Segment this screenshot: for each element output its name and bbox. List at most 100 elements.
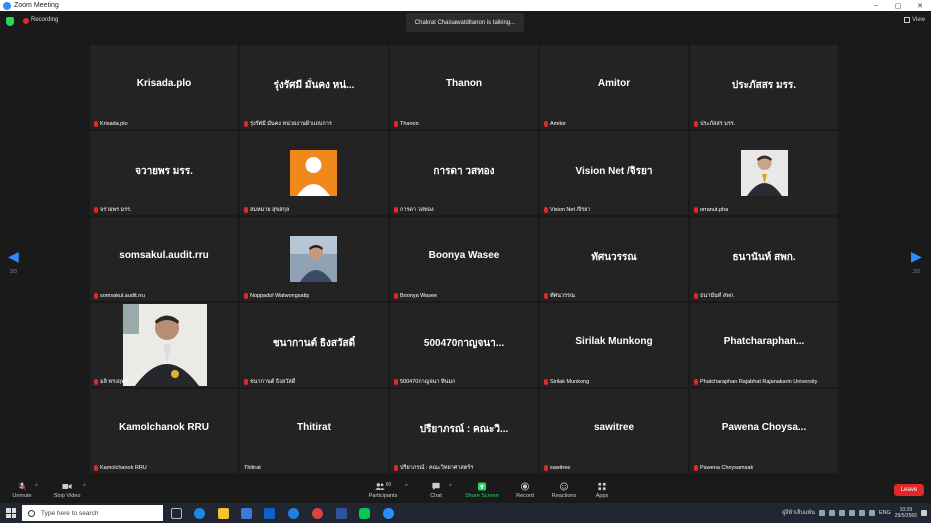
participant-name-label: Noppadol Watwongsatip <box>244 292 309 300</box>
windows-start-icon[interactable] <box>6 508 16 518</box>
chat-chevron-icon[interactable]: ^ <box>449 484 452 490</box>
participant-tile[interactable]: สมหมาย สุขสกุล <box>240 131 388 215</box>
participant-name-label: รุ่งรัศมี มั่นคง หน่วยงานฝ้าแถบการ <box>244 120 332 128</box>
network-icon[interactable] <box>858 510 865 516</box>
edge-browser-icon[interactable] <box>194 508 205 519</box>
share-screen-button[interactable]: Share Screen <box>464 477 500 503</box>
participant-tile[interactable]: Phatcharaphan... Phatcharaphan Rajabhat R… <box>690 303 838 387</box>
security-shield-icon[interactable] <box>6 17 14 26</box>
reactions-button[interactable]: Reactions <box>549 477 579 503</box>
next-page-arrow-icon[interactable]: ▶ <box>911 248 922 265</box>
video-camera-icon <box>62 483 72 489</box>
participant-tile[interactable]: orranut.pha <box>690 131 838 215</box>
participant-name-label: จรายพร มรร. <box>94 206 132 214</box>
participant-tile[interactable]: ปรียาภรณ์ : คณะวิ... ปรียาภรณ์ : คณะวิทยา… <box>390 389 538 473</box>
participant-tile[interactable]: sawitree sawitree <box>540 389 688 473</box>
clock-date: 29/5/2566 <box>894 513 917 519</box>
participant-tile[interactable]: รุ่งรัศมี มั่นคง หน่... รุ่งรัศมี มั่นคง … <box>240 45 388 129</box>
apps-button[interactable]: Apps <box>592 477 612 503</box>
muted-mic-icon <box>694 121 698 127</box>
line-icon[interactable] <box>359 508 370 519</box>
record-icon <box>521 482 529 490</box>
participant-label-text: ชนากานต์ ธิงสวัสดิ์ <box>250 379 296 385</box>
store-icon[interactable] <box>241 508 252 519</box>
chat-button[interactable]: Chat <box>426 477 446 503</box>
chrome-icon[interactable] <box>312 508 323 519</box>
participant-name-label: มลิ ทรงฤทธิ์ <box>94 378 128 386</box>
participants-button[interactable]: 60 Participants <box>367 477 399 503</box>
clock[interactable]: 10:39 29/5/2566 <box>895 507 917 519</box>
participant-tile[interactable]: Sirilak Munkong Sirilak Munkong <box>540 303 688 387</box>
muted-mic-icon <box>544 207 548 213</box>
page-indicator-right: 3/3 <box>913 269 920 275</box>
share-screen-label: Share Screen <box>465 492 499 499</box>
muted-mic-icon <box>544 379 548 385</box>
language-indicator[interactable]: ENG <box>879 510 891 516</box>
participant-tile[interactable]: Thitirat Thitirat <box>240 389 388 473</box>
maximize-button[interactable]: ▢ <box>887 0 909 11</box>
participant-tile[interactable]: Vision Net /จิรยา Vision Net /จิรยา <box>540 131 688 215</box>
participant-tile[interactable]: Noppadol Watwongsatip <box>240 217 388 301</box>
zoom-window: Zoom Meeting – ▢ ✕ Recording View Chakra… <box>0 0 931 523</box>
participant-display-name: ปรียาภรณ์ : คณะวิ... <box>419 424 509 435</box>
participant-tile[interactable]: Boonya Wasee Boonya Wasee <box>390 217 538 301</box>
zoom-taskbar-icon[interactable] <box>383 508 394 519</box>
participant-tile[interactable]: ธนานันท์ สพก. ธนานันท์ สพก. <box>690 217 838 301</box>
audio-options-chevron-icon[interactable]: ^ <box>35 484 38 490</box>
participants-count: 60 <box>385 481 392 488</box>
participant-label-text: Boonya Wasee <box>400 293 438 299</box>
word-icon[interactable] <box>336 508 347 519</box>
participant-tile[interactable]: somsakul.audit.rru somsakul.audit.rru <box>90 217 238 301</box>
tray-app-icon[interactable] <box>828 510 835 516</box>
participant-display-name: การดา วสทอง <box>433 166 495 177</box>
view-button[interactable]: View <box>904 17 925 23</box>
participant-tile[interactable]: Pawena Choysa... Pawena Choysamsak <box>690 389 838 473</box>
participant-tile[interactable]: Kamolchanok RRU Kamolchanok RRU <box>90 389 238 473</box>
participant-display-name: Thitirat <box>297 422 331 433</box>
participant-tile[interactable]: มลิ ทรงฤทธิ์ <box>90 303 238 387</box>
participant-label-text: Vision Net /จิรยา <box>550 207 591 213</box>
tray-app-icon[interactable] <box>818 510 825 516</box>
unmute-label: Unmute <box>12 492 32 499</box>
participant-tile[interactable]: ชนากานต์ ธิงสวัสดิ์ ชนากานต์ ธิงสวัสดิ์ <box>240 303 388 387</box>
stop-video-button[interactable]: Stop Video <box>52 477 82 503</box>
participant-tile[interactable]: การดา วสทอง การดา วสทอง <box>390 131 538 215</box>
video-options-chevron-icon[interactable]: ^ <box>83 484 86 490</box>
search-placeholder: Type here to search <box>41 509 99 517</box>
participants-chevron-icon[interactable]: ^ <box>405 484 408 490</box>
taskbar-search-input[interactable]: Type here to search <box>22 505 163 521</box>
participant-tile[interactable]: Krisada.plo Krisada.plo <box>90 45 238 129</box>
previous-page-arrow-icon[interactable]: ◀ <box>8 248 19 265</box>
record-button[interactable]: Record <box>514 477 536 503</box>
participant-display-name: ชนากานต์ ธิงสวัสดิ์ <box>272 338 356 349</box>
file-explorer-icon[interactable] <box>218 508 229 519</box>
participant-tile[interactable]: ประภัสสร มรร. ประภัสสร มรร. <box>690 45 838 129</box>
close-button[interactable]: ✕ <box>909 0 931 11</box>
notifications-icon[interactable] <box>921 510 927 516</box>
volume-icon[interactable] <box>868 510 875 516</box>
leave-button[interactable]: Leave <box>894 484 924 496</box>
participant-tile[interactable]: 500470กาญจนา... 500470กาญจนา ทิ่นมก <box>390 303 538 387</box>
task-view-icon[interactable] <box>171 508 182 519</box>
unmute-button[interactable]: Unmute <box>10 477 34 503</box>
participant-name-label: สมหมาย สุขสกุล <box>244 206 289 214</box>
participant-tile[interactable]: Thanon Thanon <box>390 45 538 129</box>
participant-tile[interactable]: จวายพร มรร. จรายพร มรร. <box>90 131 238 215</box>
participant-label-text: การดา วสทอง <box>400 207 434 213</box>
weather-label[interactable]: ฝูงีฟ้าเล็บแพ้น <box>782 509 815 517</box>
mail-icon[interactable] <box>264 508 275 519</box>
participant-tile[interactable]: ทัศนวรรณ ทัศนวรรณ <box>540 217 688 301</box>
recording-label[interactable]: Recording <box>31 17 58 23</box>
minimize-button[interactable]: – <box>865 0 887 11</box>
muted-mic-icon <box>244 379 248 385</box>
muted-mic-icon <box>244 121 248 127</box>
participant-display-name: 500470กาญจนา... <box>423 338 505 349</box>
participants-label: Participants <box>368 492 398 499</box>
tray-app-icon[interactable] <box>848 510 855 516</box>
participant-name-label: Sirilak Munkong <box>544 378 589 386</box>
stop-video-label: Stop Video <box>53 492 81 499</box>
participant-tile[interactable]: Amitor Amitor <box>540 45 688 129</box>
participant-display-name: จวายพร มรร. <box>135 166 193 177</box>
tray-app-icon[interactable] <box>838 510 845 516</box>
internet-explorer-icon[interactable] <box>288 508 299 519</box>
